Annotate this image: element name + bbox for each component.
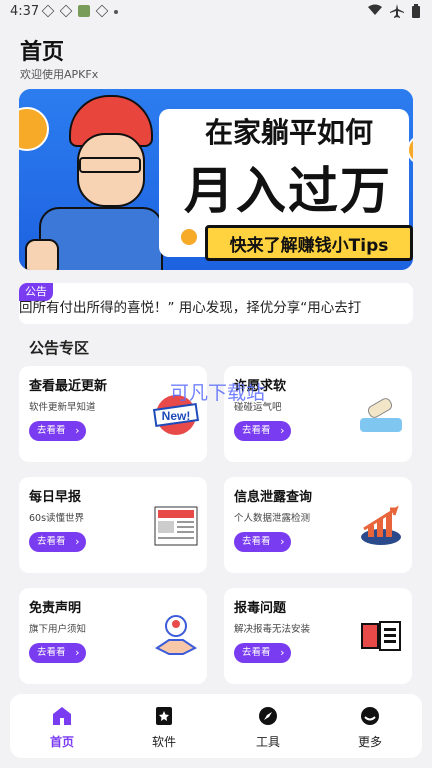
go-label: 去看看 [37, 425, 66, 436]
card-desc: 60s读懂世界 [29, 513, 85, 524]
card-daily-news[interactable]: 每日早报 60s读懂世界 去看看 › [19, 477, 207, 573]
compass-icon [259, 707, 277, 725]
card-title: 信息泄露查询 [234, 490, 313, 505]
go-button[interactable]: 去看看 › [29, 532, 86, 552]
go-button[interactable]: 去看看 › [29, 421, 86, 441]
go-label: 去看看 [37, 536, 66, 547]
tab-label: 软件 [151, 735, 176, 749]
cube-icon [59, 4, 73, 18]
notification-icons [41, 4, 118, 18]
chevron-right-icon: › [280, 424, 285, 437]
coin-icon [179, 227, 199, 247]
banner-main-text: 月入过万 [184, 162, 392, 220]
go-button[interactable]: 去看看 › [234, 421, 291, 441]
svg-text:New!: New! [162, 409, 191, 423]
app-icon [78, 5, 90, 17]
go-button[interactable]: 去看看 › [29, 643, 86, 663]
wifi-icon [368, 4, 382, 15]
card-desc: 解决报毒无法安装 [234, 624, 311, 635]
newspaper-icon [154, 506, 198, 546]
smile-icon [361, 707, 379, 725]
promo-banner[interactable]: 在家躺平如何 月入过万 快来了解赚钱小Tips [19, 89, 413, 270]
question-blocks-icon [361, 621, 401, 651]
page-title: 首页 [20, 40, 65, 65]
tab-home[interactable]: 首页 [22, 694, 102, 758]
watermark: 可凡下载站 [170, 382, 266, 404]
status-time: 4:37 [10, 4, 40, 19]
card-disclaimer[interactable]: 免责声明 旗下用户须知 去看看 › [19, 588, 207, 684]
card-desc: 个人数据泄露检测 [234, 513, 311, 524]
card-title: 每日早报 [29, 490, 82, 505]
card-virus-report[interactable]: 报毒问题 解决报毒无法安装 去看看 › [224, 588, 412, 684]
status-bar: 4:37 [0, 0, 432, 26]
go-button[interactable]: 去看看 › [234, 532, 291, 552]
chevron-right-icon: › [75, 646, 80, 659]
card-title: 报毒问题 [234, 601, 287, 616]
notice-bar[interactable]: 公告 回所有付出所得的喜悦！” 用心发现，择优分享“用心去打 [19, 283, 413, 324]
card-title: 免责声明 [29, 601, 82, 616]
chevron-right-icon: › [75, 535, 80, 548]
go-label: 去看看 [242, 647, 271, 658]
banner-headline: 在家躺平如何 [204, 116, 373, 149]
section-title: 公告专区 [29, 339, 90, 357]
handshake-icon [155, 615, 197, 655]
tab-label: 更多 [357, 735, 382, 749]
card-title: 查看最近更新 [29, 379, 108, 394]
banner-tips-pill: 快来了解赚钱小Tips [205, 225, 413, 261]
system-icons [368, 4, 420, 18]
character-hand [25, 239, 59, 270]
go-label: 去看看 [242, 536, 271, 547]
dot-icon [114, 10, 118, 14]
tab-software[interactable]: 软件 [124, 694, 204, 758]
card-data-leak-check[interactable]: 信息泄露查询 个人数据泄露检测 去看看 › [224, 477, 412, 573]
chevron-right-icon: › [75, 424, 80, 437]
bottom-tab-bar: 首页 软件 工具 更多 [10, 694, 422, 758]
go-button[interactable]: 去看看 › [234, 643, 291, 663]
character-glasses [79, 157, 141, 173]
growth-chart-icon [361, 505, 401, 545]
home-icon [53, 707, 71, 725]
cube-icon [95, 4, 109, 18]
tab-label: 工具 [255, 735, 280, 749]
card-desc: 旗下用户须知 [29, 624, 87, 635]
go-label: 去看看 [37, 647, 66, 658]
cube-icon [41, 4, 55, 18]
go-label: 去看看 [242, 425, 271, 436]
bookmark-icon [156, 707, 172, 725]
airplane-icon [390, 4, 404, 18]
page-subtitle: 欢迎使用APKFx [20, 68, 99, 81]
battery-icon [412, 4, 420, 18]
chevron-right-icon: › [280, 535, 285, 548]
wish-bottle-icon [360, 398, 402, 432]
chevron-right-icon: › [280, 646, 285, 659]
tab-tools[interactable]: 工具 [228, 694, 308, 758]
card-desc: 软件更新早知道 [29, 402, 96, 413]
tab-more[interactable]: 更多 [330, 694, 410, 758]
notice-text: 回所有付出所得的喜悦！” 用心发现，择优分享“用心去打 [19, 300, 362, 316]
tab-label: 首页 [49, 735, 74, 749]
